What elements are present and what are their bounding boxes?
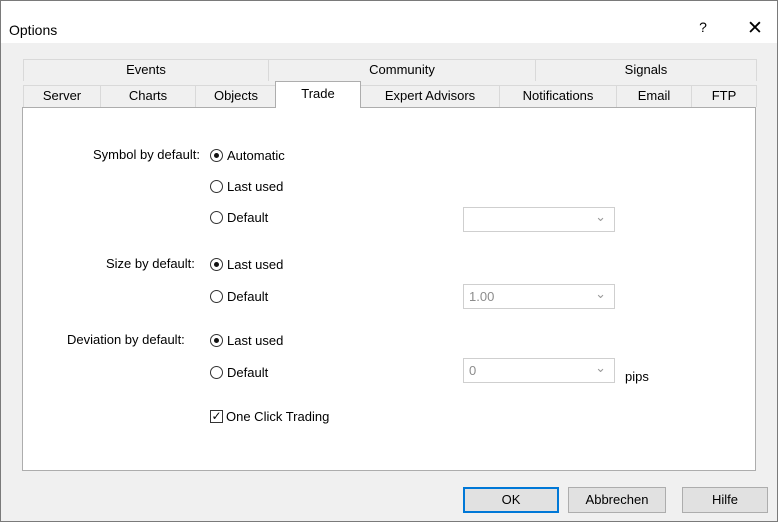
deviation-default-radio[interactable]: Default (210, 363, 268, 381)
tab-trade[interactable]: Trade (275, 81, 361, 108)
tab-server[interactable]: Server (23, 85, 101, 107)
cancel-button[interactable]: Abbrechen (568, 487, 666, 513)
symbol-automatic-radio[interactable]: Automatic (210, 146, 285, 164)
tab-notifications[interactable]: Notifications (499, 85, 617, 107)
symbol-default-radio[interactable]: Default (210, 208, 268, 226)
ok-button[interactable]: OK (463, 487, 559, 513)
tab-objects[interactable]: Objects (195, 85, 277, 107)
deviation-select[interactable]: 0 ⌄ (463, 358, 615, 383)
deviation-last-used-radio[interactable]: Last used (210, 331, 283, 349)
tab-signals[interactable]: Signals (535, 59, 757, 81)
chevron-down-icon: ⌄ (595, 209, 606, 224)
title-bar: Options ? ✕ (1, 1, 777, 43)
options-dialog: Options ? ✕ Events Community Signals Ser… (0, 0, 778, 522)
window-title: Options (9, 22, 58, 38)
size-select[interactable]: 1.00 ⌄ (463, 284, 615, 309)
radio-selected-icon (210, 148, 223, 162)
one-click-trading-checkbox[interactable]: ✓ One Click Trading (210, 407, 329, 425)
tab-events[interactable]: Events (23, 59, 269, 81)
radio-icon (210, 289, 223, 303)
close-icon[interactable]: ✕ (743, 17, 767, 41)
help-button[interactable]: Hilfe (682, 487, 768, 513)
radio-icon (210, 210, 223, 224)
radio-icon (210, 365, 223, 379)
tab-expert-advisors[interactable]: Expert Advisors (360, 85, 500, 107)
tab-community[interactable]: Community (268, 59, 536, 81)
checkmark-icon: ✓ (210, 409, 223, 423)
deviation-default-label: Deviation by default: (67, 332, 185, 347)
radio-icon (210, 179, 223, 193)
symbol-last-used-radio[interactable]: Last used (210, 177, 283, 195)
size-last-used-radio[interactable]: Last used (210, 255, 283, 273)
radio-selected-icon (210, 257, 223, 271)
pips-unit-label: pips (625, 369, 649, 384)
radio-selected-icon (210, 333, 223, 347)
tab-email[interactable]: Email (616, 85, 692, 107)
size-default-radio[interactable]: Default (210, 287, 268, 305)
symbol-select[interactable]: ⌄ (463, 207, 615, 232)
symbol-default-label: Symbol by default: (93, 147, 200, 162)
chevron-down-icon: ⌄ (595, 286, 606, 301)
size-default-label: Size by default: (106, 256, 195, 271)
chevron-down-icon: ⌄ (595, 360, 606, 375)
help-icon[interactable]: ? (693, 19, 713, 43)
tab-charts[interactable]: Charts (100, 85, 196, 107)
tab-ftp[interactable]: FTP (691, 85, 757, 107)
